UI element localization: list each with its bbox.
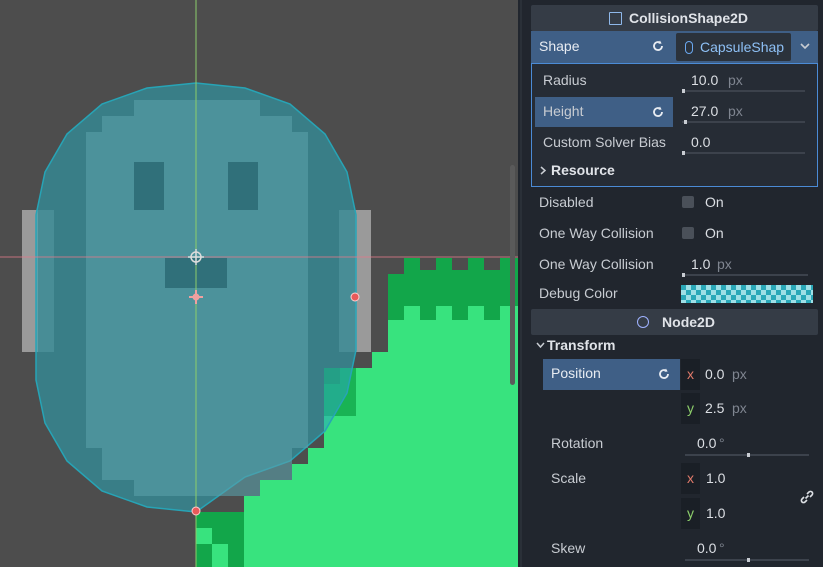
- scale-label: Scale: [551, 470, 587, 486]
- position-x-field[interactable]: x 0.0 px: [681, 359, 818, 390]
- height-label: Height: [543, 103, 584, 119]
- transform-section[interactable]: Transform: [531, 332, 818, 358]
- one-way-collision-checkbox[interactable]: On: [682, 218, 752, 248]
- position-x-value: 0.0: [705, 366, 725, 382]
- viewport-scrollbar[interactable]: [510, 165, 515, 385]
- height-handle[interactable]: [191, 506, 201, 516]
- one-way-collision-margin-slider[interactable]: [682, 273, 808, 277]
- resource-label: Resource: [551, 162, 615, 178]
- one-way-collision-label: One Way Collision: [539, 225, 654, 241]
- revert-icon[interactable]: [657, 367, 671, 381]
- inspector-panel: CollisionShape2D Shape CapsuleShap Radiu…: [527, 0, 823, 567]
- collision-shape-title: CollisionShape2D: [628, 10, 749, 26]
- disabled-label: Disabled: [539, 194, 594, 210]
- position-label: Position: [551, 365, 601, 381]
- height-slider-knob[interactable]: [684, 120, 687, 124]
- radius-slider-knob[interactable]: [682, 89, 685, 93]
- position-x-unit: px: [732, 366, 747, 382]
- dock-splitter[interactable]: [518, 0, 527, 567]
- position-y-field[interactable]: y 2.5 px: [681, 393, 818, 424]
- scale-x-axis-label: x: [681, 463, 700, 494]
- one-way-collision-value: On: [705, 225, 724, 241]
- rotation-label: Rotation: [551, 435, 604, 451]
- skew-slider[interactable]: [685, 558, 809, 562]
- scene-canvas[interactable]: [0, 0, 518, 567]
- revert-icon[interactable]: [651, 39, 665, 53]
- radius-handle[interactable]: [350, 292, 360, 302]
- link-icon[interactable]: [799, 489, 815, 505]
- shape-value: CapsuleShap: [700, 39, 785, 55]
- resource-section[interactable]: Resource: [535, 157, 813, 183]
- checkbox-icon: [682, 196, 694, 208]
- scale-y-axis-label: y: [681, 498, 700, 529]
- scale-x-value: 1.0: [706, 470, 726, 486]
- custom-solver-bias-slider[interactable]: [682, 151, 805, 155]
- rotation-slider-knob[interactable]: [747, 453, 750, 457]
- chevron-down-icon: [536, 342, 545, 348]
- radius-label: Radius: [543, 72, 587, 88]
- checkbox-icon: [682, 227, 694, 239]
- dropdown-arrow-icon[interactable]: [800, 42, 810, 50]
- debug-color-label: Debug Color: [539, 285, 618, 301]
- collision-shape-header: CollisionShape2D: [531, 5, 818, 31]
- skew-slider-knob[interactable]: [747, 558, 750, 562]
- position-y-value: 2.5: [705, 400, 725, 416]
- chevron-right-icon: [540, 166, 546, 175]
- disabled-value: On: [705, 194, 724, 210]
- transform-label: Transform: [547, 337, 616, 353]
- revert-icon[interactable]: [651, 105, 665, 119]
- scale-y-value: 1.0: [706, 505, 726, 521]
- scale-y-field[interactable]: y 1.0: [681, 498, 791, 529]
- position-y-unit: px: [732, 400, 747, 416]
- rotation-slider[interactable]: [685, 453, 809, 457]
- shape-resource-picker[interactable]: CapsuleShap: [676, 33, 791, 61]
- custom-solver-bias-label: Custom Solver Bias: [543, 134, 666, 150]
- canvas-viewport[interactable]: [0, 0, 518, 567]
- position-x-axis-label: x: [681, 359, 700, 390]
- disabled-checkbox[interactable]: On: [682, 187, 752, 217]
- height-slider[interactable]: [682, 120, 805, 124]
- position-y-axis-label: y: [681, 393, 700, 424]
- skew-label: Skew: [551, 540, 586, 556]
- shape-label: Shape: [539, 38, 580, 54]
- one-way-collision-margin-label: One Way Collision: [539, 256, 654, 272]
- radius-slider[interactable]: [682, 89, 805, 93]
- debug-color-swatch[interactable]: [681, 285, 813, 303]
- one-way-collision-margin-knob[interactable]: [682, 273, 685, 277]
- custom-solver-bias-knob[interactable]: [682, 151, 685, 155]
- scale-x-field[interactable]: x 1.0: [681, 463, 791, 494]
- capsule-icon: [685, 41, 693, 54]
